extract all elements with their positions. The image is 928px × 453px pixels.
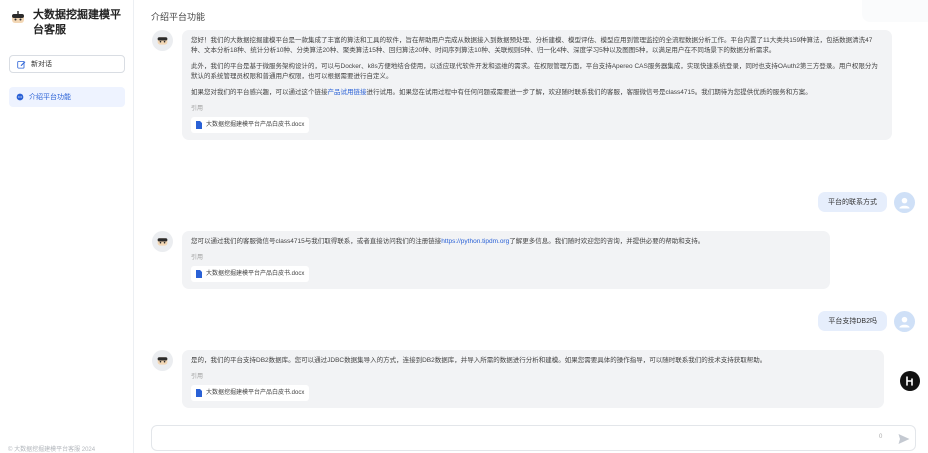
robot-logo-icon xyxy=(12,11,24,23)
edit-icon xyxy=(17,60,26,69)
header-actions-area xyxy=(862,0,928,22)
citation-label: 引用 xyxy=(191,106,204,112)
document-icon xyxy=(196,270,202,278)
new-chat-button[interactable]: 新对话 xyxy=(9,55,125,73)
user-icon xyxy=(899,316,910,328)
chat-bubble-icon xyxy=(16,93,24,101)
message-paragraph: 此外，我们的平台是基于微服务架构设计的，可以与Docker、k8s方便地结合使用… xyxy=(191,63,878,80)
bot-message-bubble: 是的，我们的平台支持DB2数据库。您可以通过JDBC数据集导入的方式，连接到DB… xyxy=(182,350,884,408)
message-paragraph: 您可以通过我们的客服微信号class4715与我们取得联系，或者直接访问我们的注… xyxy=(191,237,821,247)
message-text: 如果您对我们的平台感兴趣，可以通过这个链接 xyxy=(191,89,328,96)
char-counter: 0 xyxy=(879,434,883,440)
user-message-bubble: 平台的联系方式 xyxy=(818,192,887,212)
conversation-item-active[interactable]: 介绍平台功能 xyxy=(9,87,125,107)
message-text: 进行试用。如果您在试用过程中有任何问题或需要进一步了解，欢迎随时联系我们的客服，… xyxy=(366,89,812,96)
citation-file[interactable]: 大数据挖掘建模平台产品白皮书.docx xyxy=(191,266,310,282)
robot-icon xyxy=(157,238,168,246)
document-icon xyxy=(196,389,202,397)
user-avatar xyxy=(894,192,915,213)
copyright: © 大数据挖掘建模平台客服 2024 xyxy=(8,447,96,453)
message-paragraph: 如果您对我们的平台感兴趣，可以通过这个链接产品试用链接进行试用。如果您在试用过程… xyxy=(191,88,883,98)
citation-file-name: 大数据挖掘建模平台产品白皮书.docx xyxy=(206,271,305,277)
citation-file[interactable]: 大数据挖掘建模平台产品白皮书.docx xyxy=(191,385,310,401)
message-text: 了解更多信息。我们随时欢迎您的咨询，并提供必要的帮助和支持。 xyxy=(509,238,705,245)
sidebar: 大数据挖掘建模平台客服 新对话 介绍平台功能 © 大数据挖掘建模平台客服 202… xyxy=(0,0,134,453)
assistant-icon xyxy=(906,376,913,386)
bot-avatar xyxy=(152,30,173,51)
citation-label: 引用 xyxy=(191,374,204,380)
document-icon xyxy=(196,121,202,129)
bot-message-bubble: 您可以通过我们的客服微信号class4715与我们取得联系，或者直接访问我们的注… xyxy=(182,231,830,289)
robot-icon xyxy=(157,357,168,365)
conversation-label: 介绍平台功能 xyxy=(29,94,71,101)
message-paragraph: 是的，我们的平台支持DB2数据库。您可以通过JDBC数据集导入的方式，连接到DB… xyxy=(191,357,767,364)
robot-icon xyxy=(157,37,168,45)
citation-label: 引用 xyxy=(191,255,204,261)
bot-avatar xyxy=(152,350,173,371)
chat-area[interactable]: 您好！我们的大数据挖掘建模平台是一款集成了丰富的算法和工具的软件，旨在帮助用户完… xyxy=(134,22,928,418)
user-icon xyxy=(899,197,910,209)
app-window: 大数据挖掘建模平台客服 新对话 介绍平台功能 © 大数据挖掘建模平台客服 202… xyxy=(0,0,928,453)
register-link[interactable]: https://python.tipdm.org xyxy=(441,238,509,245)
message-paragraph: 您好！我们的大数据挖掘建模平台是一款集成了丰富的算法和工具的软件，旨在帮助用户完… xyxy=(191,37,873,54)
message-input[interactable] xyxy=(162,431,862,446)
bot-avatar xyxy=(152,231,173,252)
bot-message-bubble: 您好！我们的大数据挖掘建模平台是一款集成了丰富的算法和工具的软件，旨在帮助用户完… xyxy=(182,30,892,140)
citation-file[interactable]: 大数据挖掘建模平台产品白皮书.docx xyxy=(191,117,310,133)
citation-file-name: 大数据挖掘建模平台产品白皮书.docx xyxy=(206,390,305,396)
message-text: 您可以通过我们的客服微信号class4715与我们取得联系，或者直接访问我们的注… xyxy=(191,238,442,245)
brand: 大数据挖掘建模平台客服 xyxy=(0,0,133,38)
message-input-bar: 0 xyxy=(151,425,916,451)
send-icon[interactable] xyxy=(897,432,911,446)
trial-link[interactable]: 产品试用链接 xyxy=(328,89,367,96)
citation-file-name: 大数据挖掘建模平台产品白皮书.docx xyxy=(206,122,305,128)
user-avatar xyxy=(894,311,915,332)
brand-title: 大数据挖掘建模平台客服 xyxy=(33,9,121,36)
user-message-bubble: 平台支持DB2吗 xyxy=(818,311,887,331)
floating-assistant-button[interactable] xyxy=(900,371,920,391)
new-chat-label: 新对话 xyxy=(31,61,52,68)
